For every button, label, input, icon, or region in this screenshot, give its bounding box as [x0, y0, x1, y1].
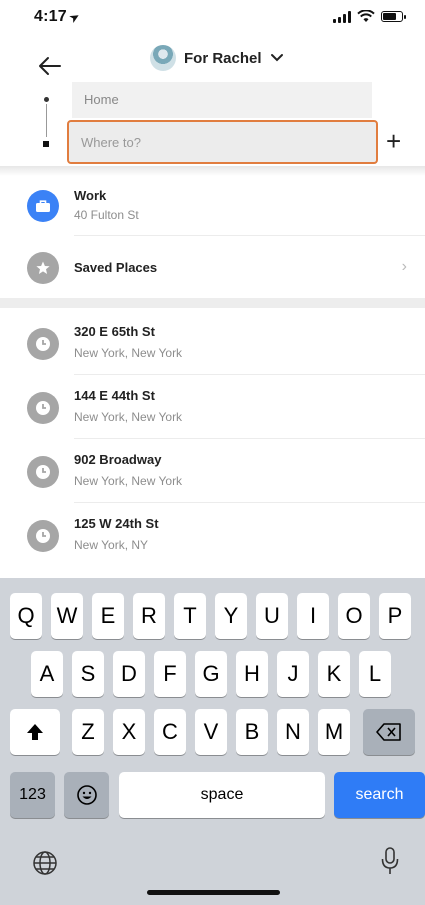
- key-v[interactable]: V: [195, 709, 227, 755]
- recent-item[interactable]: 902 Broadway New York, New York: [0, 439, 425, 503]
- key-h[interactable]: H: [236, 651, 268, 697]
- shift-icon: [27, 724, 43, 740]
- key-t[interactable]: T: [174, 593, 206, 639]
- key-r[interactable]: R: [133, 593, 165, 639]
- destination-square-icon: [43, 141, 49, 147]
- rider-selector[interactable]: For Rachel: [150, 45, 284, 71]
- space-key[interactable]: space: [119, 772, 325, 818]
- search-key[interactable]: search: [334, 772, 425, 818]
- key-n[interactable]: N: [277, 709, 309, 755]
- saved-places-item[interactable]: Saved Places ›: [0, 236, 425, 300]
- key-y[interactable]: Y: [215, 593, 247, 639]
- backspace-icon: [376, 723, 401, 741]
- keyboard: Q W E R T Y U I O P A S D F G H J K L Z …: [0, 578, 425, 905]
- key-i[interactable]: I: [297, 593, 329, 639]
- chevron-right-icon: ›: [401, 258, 407, 275]
- status-icons: [333, 10, 406, 23]
- list-item-subtitle: New York, NY: [74, 538, 149, 552]
- list-item-subtitle: New York, New York: [74, 474, 183, 488]
- delete-key[interactable]: [363, 709, 415, 755]
- recent-item[interactable]: 125 W 24th St New York, NY: [0, 503, 425, 567]
- section-separator: [0, 298, 425, 308]
- battery-fill: [383, 13, 396, 20]
- list-item-subtitle: 40 Fulton St: [74, 208, 139, 222]
- key-g[interactable]: G: [195, 651, 227, 697]
- key-b[interactable]: B: [236, 709, 268, 755]
- key-u[interactable]: U: [256, 593, 288, 639]
- wifi-icon: [357, 10, 375, 22]
- home-indicator[interactable]: [147, 890, 280, 895]
- key-q[interactable]: Q: [10, 593, 42, 639]
- key-x[interactable]: X: [113, 709, 145, 755]
- globe-icon[interactable]: [32, 850, 58, 876]
- status-bar: 4:17➤: [0, 0, 425, 40]
- list-item-title: 902 Broadway: [74, 452, 162, 467]
- saved-item-work[interactable]: Work 40 Fulton St: [0, 174, 425, 238]
- list-item-title: 125 W 24th St: [74, 516, 159, 531]
- emoji-icon: [76, 785, 97, 805]
- numbers-key[interactable]: 123: [10, 772, 55, 818]
- list-item-subtitle: New York, New York: [74, 410, 183, 424]
- emoji-key[interactable]: [64, 772, 109, 818]
- recent-item[interactable]: 144 E 44th St New York, New York: [0, 375, 425, 439]
- key-a[interactable]: A: [31, 651, 63, 697]
- back-arrow-icon[interactable]: [38, 56, 62, 76]
- key-m[interactable]: M: [318, 709, 350, 755]
- key-z[interactable]: Z: [72, 709, 104, 755]
- clock-icon: [27, 328, 59, 360]
- key-j[interactable]: J: [277, 651, 309, 697]
- status-time: 4:17➤: [34, 8, 82, 26]
- shift-key[interactable]: [10, 709, 60, 755]
- list-item-title: 144 E 44th St: [74, 388, 155, 403]
- signal-icon: [333, 10, 351, 23]
- key-w[interactable]: W: [51, 593, 83, 639]
- microphone-icon[interactable]: [380, 846, 400, 876]
- key-l[interactable]: L: [359, 651, 391, 697]
- key-e[interactable]: E: [92, 593, 124, 639]
- key-k[interactable]: K: [318, 651, 350, 697]
- key-d[interactable]: D: [113, 651, 145, 697]
- chevron-down-icon: [270, 54, 283, 62]
- key-p[interactable]: P: [379, 593, 411, 639]
- pickup-dot-icon: [44, 97, 49, 102]
- star-icon: [27, 252, 59, 284]
- avatar: [150, 45, 176, 71]
- clock-icon: [27, 392, 59, 424]
- add-stop-icon[interactable]: +: [386, 128, 401, 154]
- list-item-title: Work: [74, 188, 107, 203]
- route-line: [46, 104, 47, 137]
- key-c[interactable]: C: [154, 709, 186, 755]
- destination-input[interactable]: [67, 120, 378, 164]
- battery-icon: [381, 11, 406, 22]
- recent-item[interactable]: 320 E 65th St New York, New York: [0, 311, 425, 375]
- briefcase-icon: [27, 190, 59, 222]
- pickup-field[interactable]: Home: [72, 82, 372, 118]
- location-arrow-icon: ➤: [67, 10, 82, 26]
- list-item-title: 320 E 65th St: [74, 324, 155, 339]
- key-f[interactable]: F: [154, 651, 186, 697]
- clock-icon: [27, 456, 59, 488]
- clock-icon: [27, 520, 59, 552]
- key-o[interactable]: O: [338, 593, 370, 639]
- rider-name: For Rachel: [184, 49, 262, 67]
- list-item-title: Saved Places: [74, 260, 158, 275]
- key-s[interactable]: S: [72, 651, 104, 697]
- list-item-subtitle: New York, New York: [74, 346, 183, 360]
